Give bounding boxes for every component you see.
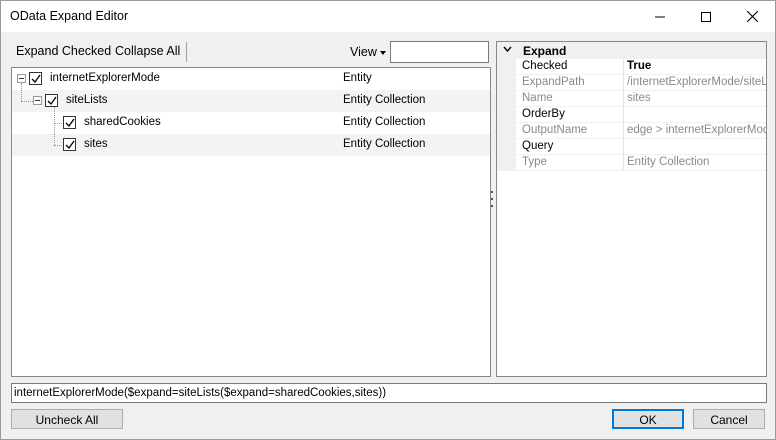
property-row[interactable]: Type Entity Collection xyxy=(497,155,766,171)
tree-node-type: Entity Collection xyxy=(343,138,426,150)
dialog-window: OData Expand Editor Expand Checked Colla… xyxy=(0,0,776,440)
tree-node-label: sharedCookies xyxy=(84,116,161,128)
property-category-label: Expand xyxy=(523,44,567,58)
property-row[interactable]: ExpandPath /internetExplorerMode/siteLis… xyxy=(497,75,766,91)
tree-connector xyxy=(21,83,22,101)
tree-row[interactable]: internetExplorerMode Entity xyxy=(12,68,490,90)
property-value[interactable]: edge > internetExplorerMode xyxy=(627,124,766,136)
ok-button[interactable]: OK xyxy=(612,409,684,429)
tree-node-type: Entity xyxy=(343,72,372,84)
tree-checkbox[interactable] xyxy=(29,72,42,85)
expand-expression-field[interactable]: internetExplorerMode($expand=siteLists($… xyxy=(11,383,767,403)
property-name: Checked xyxy=(522,60,568,72)
expand-expression-text: internetExplorerMode($expand=siteLists($… xyxy=(14,387,387,399)
minimize-icon xyxy=(655,16,665,17)
close-icon xyxy=(746,11,758,22)
property-row[interactable]: OrderBy xyxy=(497,107,766,123)
tree-node-type: Entity Collection xyxy=(343,94,426,106)
property-name: ExpandPath xyxy=(522,76,585,88)
tree-toolbar: Expand Checked Collapse All View xyxy=(11,40,491,65)
property-name: Name xyxy=(522,92,553,104)
property-grid[interactable]: Expand Checked True ExpandPath /internet… xyxy=(496,41,767,377)
window-title: OData Expand Editor xyxy=(10,9,129,23)
checkmark-icon xyxy=(47,96,57,106)
tree-node-label: sites xyxy=(84,138,108,150)
property-name: OutputName xyxy=(522,124,588,136)
maximize-icon xyxy=(701,11,711,22)
property-name: Query xyxy=(522,140,554,152)
close-button[interactable] xyxy=(729,1,775,32)
tree-connector xyxy=(54,107,55,134)
collapse-all-button[interactable]: Collapse All xyxy=(115,44,180,58)
title-bar[interactable]: OData Expand Editor xyxy=(1,1,775,32)
property-value[interactable]: /internetExplorerMode/siteLists xyxy=(627,76,766,88)
property-value[interactable]: True xyxy=(627,60,651,72)
maximize-button[interactable] xyxy=(683,1,729,32)
property-row[interactable]: OutputName edge > internetExplorerMode xyxy=(497,123,766,139)
checkmark-icon xyxy=(65,118,75,128)
property-value[interactable]: Entity Collection xyxy=(627,156,709,168)
caret-down-icon xyxy=(503,46,512,53)
tree-node-type: Entity Collection xyxy=(343,116,426,128)
uncheck-all-button[interactable]: Uncheck All xyxy=(11,409,123,429)
tree-checkbox[interactable] xyxy=(45,94,58,107)
collapse-icon[interactable] xyxy=(33,96,42,105)
tree-checkbox[interactable] xyxy=(63,138,76,151)
toolbar-separator xyxy=(186,42,187,62)
tree-row[interactable]: siteLists Entity Collection xyxy=(12,83,490,112)
property-value[interactable]: sites xyxy=(627,92,651,104)
tree-connector xyxy=(21,101,33,102)
tree-checkbox[interactable] xyxy=(63,116,76,129)
property-category[interactable]: Expand xyxy=(497,42,766,59)
checkmark-icon xyxy=(65,140,75,150)
tree-node-label: siteLists xyxy=(66,94,108,106)
chevron-down-icon[interactable] xyxy=(380,51,386,55)
panel-splitter[interactable] xyxy=(491,191,494,215)
tree-row[interactable]: sites Entity Collection xyxy=(12,134,490,156)
minimize-button[interactable] xyxy=(637,1,683,32)
expand-checked-button[interactable]: Expand Checked xyxy=(16,44,111,58)
tree-node-label: internetExplorerMode xyxy=(50,72,160,84)
property-row[interactable]: Checked True xyxy=(497,59,766,75)
view-dropdown-button[interactable]: View xyxy=(350,45,377,59)
cancel-button[interactable]: Cancel xyxy=(693,409,765,429)
property-name: OrderBy xyxy=(522,108,565,120)
property-row[interactable]: Query xyxy=(497,139,766,155)
property-name: Type xyxy=(522,156,547,168)
expand-tree[interactable]: internetExplorerMode Entity siteLists En… xyxy=(11,67,491,377)
property-row[interactable]: Name sites xyxy=(497,91,766,107)
checkmark-icon xyxy=(31,74,41,84)
view-filter-input[interactable] xyxy=(390,41,489,63)
tree-row[interactable]: sharedCookies Entity Collection xyxy=(12,107,490,134)
collapse-icon[interactable] xyxy=(17,74,26,83)
tree-connector xyxy=(54,134,55,145)
